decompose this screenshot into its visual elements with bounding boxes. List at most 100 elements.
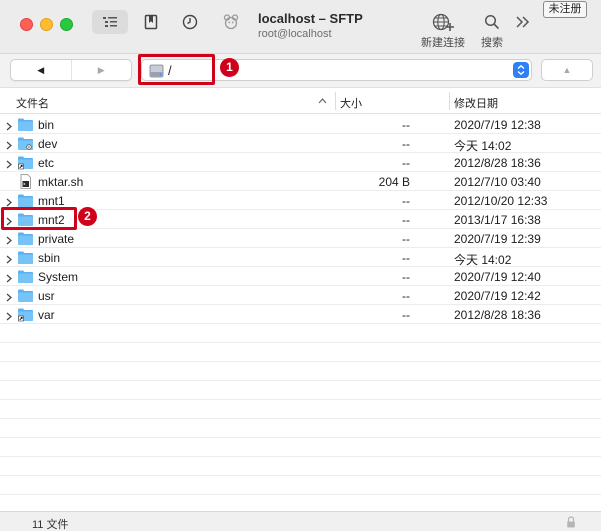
search-button[interactable]: 搜索 bbox=[478, 10, 506, 50]
folder-icon bbox=[17, 269, 34, 284]
column-header-size[interactable]: 大小 bbox=[340, 95, 362, 111]
empty-row bbox=[0, 400, 601, 419]
disclosure-triangle-icon[interactable] bbox=[5, 120, 13, 131]
file-row-system[interactable]: System -- 2020/7/19 12:40 bbox=[0, 267, 601, 286]
file-name: sbin bbox=[38, 251, 61, 265]
file-name: mktar.sh bbox=[38, 175, 84, 189]
forward-button[interactable]: ▶ bbox=[72, 60, 132, 80]
bookmark-icon bbox=[144, 14, 158, 30]
back-button[interactable]: ◀ bbox=[11, 60, 72, 80]
history-button[interactable] bbox=[178, 10, 202, 34]
column-divider[interactable] bbox=[449, 92, 450, 110]
file-size: -- bbox=[402, 270, 410, 284]
file-date: 2012/7/10 03:40 bbox=[454, 175, 541, 189]
file-row-private[interactable]: private -- 2020/7/19 12:39 bbox=[0, 229, 601, 248]
disclosure-triangle-icon[interactable] bbox=[5, 234, 13, 245]
file-row-dev[interactable]: dev -- 今天 14:02 bbox=[0, 134, 601, 153]
script-file-icon bbox=[17, 174, 34, 189]
file-size: 204 B bbox=[378, 175, 410, 189]
empty-row bbox=[0, 476, 601, 495]
lock-icon bbox=[566, 516, 576, 531]
folder-icon bbox=[17, 193, 34, 208]
folder-alias-icon bbox=[17, 155, 34, 170]
file-row-usr[interactable]: usr -- 2020/7/19 12:42 bbox=[0, 286, 601, 305]
file-date: 2020/7/19 12:42 bbox=[454, 289, 541, 303]
server-app-button[interactable] bbox=[220, 10, 242, 34]
search-icon bbox=[484, 14, 500, 30]
status-bar: 11 文件 bbox=[0, 511, 601, 531]
file-size: -- bbox=[402, 232, 410, 246]
file-size: -- bbox=[402, 213, 410, 227]
minimize-window-button[interactable] bbox=[40, 18, 53, 31]
file-name: mnt1 bbox=[38, 194, 65, 208]
file-name: bin bbox=[38, 118, 55, 132]
cyberduck-icon bbox=[223, 14, 239, 30]
outline-list-icon bbox=[103, 17, 117, 27]
disclosure-triangle-icon[interactable] bbox=[5, 291, 13, 302]
zoom-window-button[interactable] bbox=[60, 18, 73, 31]
file-date: 今天 14:02 bbox=[454, 253, 512, 267]
annotation-highlight-mnt2 bbox=[1, 207, 77, 230]
clock-icon bbox=[182, 14, 198, 30]
folder-icon bbox=[17, 288, 34, 303]
file-row-bin[interactable]: bin -- 2020/7/19 12:38 bbox=[0, 115, 601, 134]
file-list: bin -- 2020/7/19 12:38 dev -- 今天 14:02 e… bbox=[0, 115, 601, 495]
file-date: 2020/7/19 12:39 bbox=[454, 232, 541, 246]
column-headers: 文件名 大小 修改日期 bbox=[0, 89, 601, 114]
unregistered-button[interactable]: 未注册 bbox=[543, 1, 587, 18]
empty-row bbox=[0, 438, 601, 457]
folder-icon bbox=[17, 117, 34, 132]
file-row-sbin[interactable]: sbin -- 今天 14:02 bbox=[0, 248, 601, 267]
file-name: dev bbox=[38, 137, 58, 151]
file-date: 2012/10/20 12:33 bbox=[454, 194, 548, 208]
close-window-button[interactable] bbox=[20, 18, 33, 31]
empty-row bbox=[0, 324, 601, 343]
file-row-etc[interactable]: etc -- 2012/8/28 18:36 bbox=[0, 153, 601, 172]
file-date: 今天 14:02 bbox=[454, 139, 512, 153]
path-dropdown-icon[interactable] bbox=[513, 62, 529, 78]
sort-ascending-icon bbox=[318, 96, 327, 108]
annotation-badge-1: 1 bbox=[220, 58, 239, 77]
empty-row bbox=[0, 343, 601, 362]
path-bar: ◀ ▶ / ▲ bbox=[0, 54, 601, 88]
more-toolbar-items-button[interactable] bbox=[512, 10, 534, 34]
file-size: -- bbox=[402, 137, 410, 151]
disclosure-triangle-icon[interactable] bbox=[5, 253, 13, 264]
file-date: 2012/8/28 18:36 bbox=[454, 156, 541, 170]
file-name: usr bbox=[38, 289, 55, 303]
item-count: 11 文件 bbox=[32, 519, 69, 531]
column-header-name[interactable]: 文件名 bbox=[16, 95, 49, 111]
chevron-double-right-icon bbox=[516, 16, 530, 28]
annotation-highlight-path bbox=[138, 54, 215, 85]
folder-icon bbox=[17, 250, 34, 265]
file-date: 2013/1/17 16:38 bbox=[454, 213, 541, 227]
file-size: -- bbox=[402, 308, 410, 322]
file-name: var bbox=[38, 308, 55, 322]
new-connection-label: 新建连接 bbox=[421, 37, 465, 49]
file-row-mktar[interactable]: mktar.sh 204 B 2012/7/10 03:40 bbox=[0, 172, 601, 191]
window-subtitle: root@localhost bbox=[258, 28, 332, 40]
empty-row bbox=[0, 457, 601, 476]
file-date: 2020/7/19 12:38 bbox=[454, 118, 541, 132]
file-name: etc bbox=[38, 156, 55, 170]
parent-directory-button[interactable]: ▲ bbox=[541, 59, 593, 81]
file-size: -- bbox=[402, 156, 410, 170]
globe-plus-icon bbox=[432, 13, 454, 31]
disclosure-triangle-icon[interactable] bbox=[5, 158, 13, 169]
disclosure-triangle-icon[interactable] bbox=[5, 272, 13, 283]
disclosure-triangle-icon[interactable] bbox=[5, 196, 13, 207]
file-name: private bbox=[38, 232, 75, 246]
column-header-date[interactable]: 修改日期 bbox=[454, 95, 498, 111]
window-title: localhost – SFTP bbox=[258, 11, 363, 26]
folder-gear-icon bbox=[17, 136, 34, 151]
file-row-var[interactable]: var -- 2012/8/28 18:36 bbox=[0, 305, 601, 324]
file-date: 2012/8/28 18:36 bbox=[454, 308, 541, 322]
disclosure-triangle-icon[interactable] bbox=[5, 139, 13, 150]
column-divider[interactable] bbox=[335, 92, 336, 110]
bookmarks-button[interactable] bbox=[140, 10, 162, 34]
outline-view-button[interactable] bbox=[92, 10, 128, 34]
file-size: -- bbox=[402, 194, 410, 208]
new-connection-button[interactable]: 新建连接 bbox=[418, 10, 468, 50]
file-name: System bbox=[38, 270, 79, 284]
disclosure-triangle-icon[interactable] bbox=[5, 310, 13, 321]
